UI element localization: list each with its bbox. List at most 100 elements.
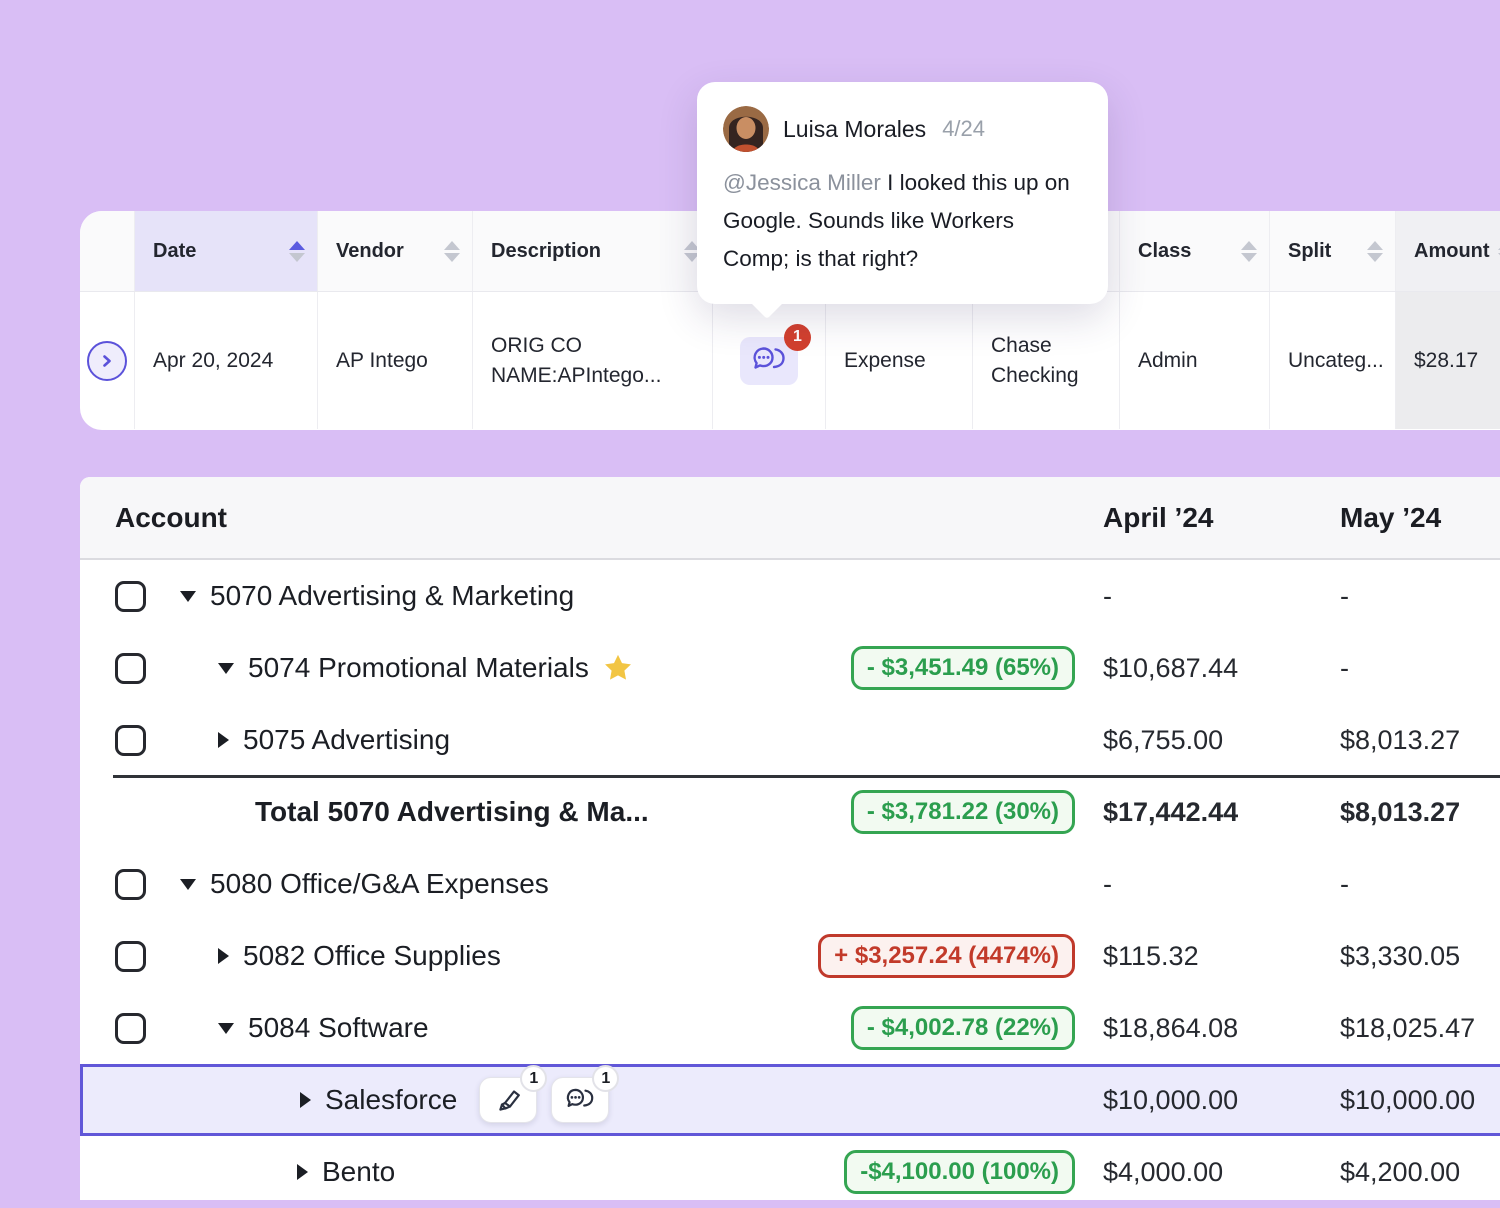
account-label: 5080 Office/G&A Expenses — [210, 868, 549, 900]
sort-icon — [444, 241, 460, 262]
account-row[interactable]: 5080 Office/G&A Expenses - - — [80, 848, 1500, 920]
column-header-may: May ’24 — [1340, 502, 1500, 534]
may-value: - — [1340, 653, 1500, 684]
caret-right-icon[interactable] — [300, 1092, 311, 1108]
column-header-date[interactable]: Date — [135, 211, 318, 291]
bank-account-cell: Chase Checking — [973, 292, 1120, 429]
highlight-count-badge: 1 — [520, 1065, 547, 1092]
sort-icon — [1241, 241, 1257, 262]
april-value: $10,687.44 — [1103, 653, 1340, 684]
column-header-split[interactable]: Split — [1270, 211, 1396, 291]
row-checkbox[interactable] — [115, 725, 146, 756]
may-value: $8,013.27 — [1340, 797, 1500, 828]
comment-count-badge: 1 — [784, 324, 811, 351]
class-cell: Admin — [1120, 292, 1270, 429]
row-checkbox[interactable] — [115, 653, 146, 684]
comment-indicator[interactable]: 1 — [740, 337, 798, 385]
account-label: 5084 Software — [248, 1012, 429, 1044]
variance-badge[interactable]: -$4,100.00 (100%) — [844, 1150, 1075, 1194]
chevron-right-icon — [98, 352, 116, 370]
column-header-amount-label: Amount — [1414, 240, 1490, 263]
comment-text: @Jessica Miller I looked this up on Goog… — [723, 164, 1082, 278]
comment-button[interactable]: 1 — [551, 1077, 609, 1123]
may-value: - — [1340, 581, 1500, 612]
comment-author: Luisa Morales — [783, 116, 926, 143]
caret-right-icon[interactable] — [218, 732, 229, 748]
account-row[interactable]: 5070 Advertising & Marketing - - — [80, 560, 1500, 632]
account-label: Salesforce — [325, 1084, 457, 1116]
total-label: Total 5070 Advertising & Ma... — [255, 796, 649, 828]
transaction-row[interactable]: Apr 20, 2024 AP Intego ORIG CO NAME:APIn… — [80, 292, 1500, 429]
type-cell: Expense — [826, 292, 973, 429]
amount-cell: $28.17 — [1396, 292, 1500, 429]
may-value: $8,013.27 — [1340, 725, 1500, 756]
split-cell: Uncateg... — [1270, 292, 1396, 429]
sort-icon — [289, 241, 305, 262]
account-row[interactable]: 5084 Software - $4,002.78 (22%) $18,864.… — [80, 992, 1500, 1064]
caret-down-icon[interactable] — [180, 879, 196, 890]
accounts-header-row: Account April ’24 May ’24 — [80, 477, 1500, 560]
may-value: $3,330.05 — [1340, 941, 1500, 972]
april-value: $115.32 — [1103, 941, 1340, 972]
column-header-expand — [80, 211, 135, 291]
column-header-description[interactable]: Description — [473, 211, 713, 291]
account-label: 5075 Advertising — [243, 724, 450, 756]
april-value: $4,000.00 — [1103, 1157, 1340, 1188]
comment-tooltip: Luisa Morales 4/24 @Jessica Miller I loo… — [697, 82, 1108, 304]
comment-mention: @Jessica Miller — [723, 170, 881, 195]
vendor-cell: AP Intego — [318, 292, 473, 429]
account-row[interactable]: 5074 Promotional Materials - $3,451.49 (… — [80, 632, 1500, 704]
column-header-april: April ’24 — [1103, 502, 1340, 534]
column-header-vendor[interactable]: Vendor — [318, 211, 473, 291]
may-value: - — [1340, 869, 1500, 900]
april-value: $6,755.00 — [1103, 725, 1340, 756]
caret-down-icon[interactable] — [218, 663, 234, 674]
caret-down-icon[interactable] — [180, 591, 196, 602]
april-value: $10,000.00 — [1103, 1085, 1340, 1116]
caret-right-icon[interactable] — [297, 1164, 308, 1180]
caret-down-icon[interactable] — [218, 1023, 234, 1034]
account-label: 5082 Office Supplies — [243, 940, 501, 972]
account-label: Bento — [322, 1156, 395, 1188]
accounts-card: Account April ’24 May ’24 5070 Advertisi… — [80, 477, 1500, 1200]
account-label: 5070 Advertising & Marketing — [210, 580, 574, 612]
may-value: $10,000.00 — [1340, 1085, 1500, 1116]
variance-badge[interactable]: - $3,451.49 (65%) — [851, 646, 1075, 690]
column-header-class[interactable]: Class — [1120, 211, 1270, 291]
date-cell: Apr 20, 2024 — [135, 292, 318, 429]
comment-bubbles-icon — [564, 1086, 596, 1114]
highlighter-icon — [493, 1086, 523, 1114]
may-value: $18,025.47 — [1340, 1013, 1500, 1044]
caret-right-icon[interactable] — [218, 948, 229, 964]
account-row[interactable]: 5075 Advertising $6,755.00 $8,013.27 — [80, 704, 1500, 776]
column-header-vendor-label: Vendor — [336, 240, 404, 263]
comment-bubbles-icon — [750, 344, 788, 377]
account-total-row: Total 5070 Advertising & Ma... - $3,781.… — [80, 776, 1500, 848]
variance-badge[interactable]: - $4,002.78 (22%) — [851, 1006, 1075, 1050]
column-header-split-label: Split — [1288, 240, 1331, 263]
row-checkbox[interactable] — [115, 941, 146, 972]
april-value: $18,864.08 — [1103, 1013, 1340, 1044]
highlighter-button[interactable]: 1 — [479, 1077, 537, 1123]
account-label: 5074 Promotional Materials — [248, 652, 589, 684]
column-header-amount[interactable]: Amount — [1396, 211, 1500, 291]
comment-count-badge: 1 — [592, 1065, 619, 1092]
variance-badge[interactable]: - $3,781.22 (30%) — [851, 790, 1075, 834]
description-cell: ORIG CO NAME:APIntego... — [473, 292, 713, 429]
column-header-description-label: Description — [491, 240, 601, 263]
account-row[interactable]: Bento -$4,100.00 (100%) $4,000.00 $4,200… — [80, 1136, 1500, 1208]
column-header-date-label: Date — [153, 240, 196, 263]
row-checkbox[interactable] — [115, 869, 146, 900]
expand-row-button[interactable] — [87, 341, 127, 381]
account-row[interactable]: 5082 Office Supplies + $3,257.24 (4474%)… — [80, 920, 1500, 992]
row-checkbox[interactable] — [115, 1013, 146, 1044]
row-checkbox[interactable] — [115, 581, 146, 612]
favorite-star-icon — [601, 652, 635, 684]
column-header-account: Account — [115, 502, 1103, 534]
account-row-selected[interactable]: Salesforce 1 — [80, 1064, 1500, 1136]
variance-badge[interactable]: + $3,257.24 (4474%) — [818, 934, 1075, 978]
sort-icon — [1367, 241, 1383, 262]
april-value: - — [1103, 869, 1340, 900]
april-value: - — [1103, 581, 1340, 612]
column-header-class-label: Class — [1138, 240, 1191, 263]
